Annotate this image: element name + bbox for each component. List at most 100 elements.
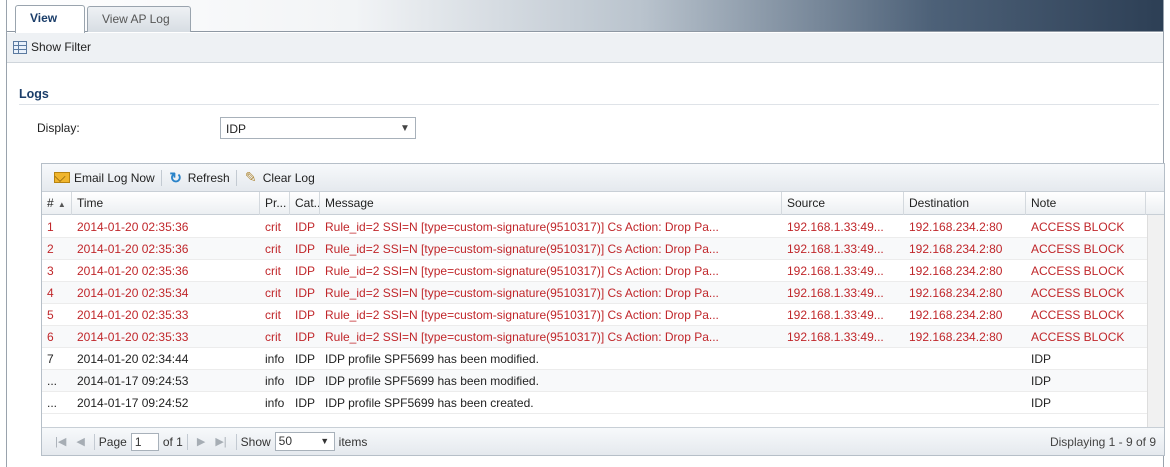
show-filter-label: Show Filter <box>31 40 92 54</box>
tab-view-log[interactable]: View Log <box>15 5 85 49</box>
pagination-bar: |◀ ◀ Page 1 of 1 ▶ ▶| Show 50 ▼ items Di… <box>42 427 1164 455</box>
cell-time: 2014-01-20 02:35:36 <box>77 220 189 234</box>
cell-number: 7 <box>47 352 54 366</box>
cell-note: ACCESS BLOCK <box>1031 242 1125 256</box>
column-header-destination[interactable]: Destination <box>904 192 1026 215</box>
column-header-source[interactable]: Source <box>782 192 904 215</box>
next-page-icon[interactable]: ▶ <box>192 435 210 448</box>
filter-table-icon <box>13 40 27 54</box>
refresh-icon: ↻ <box>169 169 182 187</box>
cell-note: IDP <box>1031 374 1052 388</box>
cell-destination: 192.168.234.2:80 <box>909 264 1003 278</box>
table-row[interactable]: 3 2014-01-20 02:35:36 crit IDP Rule_id=2… <box>42 260 1164 282</box>
cell-destination: 192.168.234.2:80 <box>909 330 1003 344</box>
cell-source <box>782 392 904 414</box>
cell-destination: 192.168.234.2:80 <box>909 286 1003 300</box>
column-header-priority[interactable]: Pr... <box>260 192 290 215</box>
table-row[interactable]: 6 2014-01-20 02:35:33 crit IDP Rule_id=2… <box>42 326 1164 348</box>
cell-time: 2014-01-20 02:35:33 <box>77 308 189 322</box>
cell-priority: info <box>265 374 285 388</box>
cell-priority: crit <box>265 286 281 300</box>
cell-category: IDP <box>295 220 316 234</box>
cell-source: 192.168.1.33:49... <box>787 286 884 300</box>
display-select-value: IDP <box>226 122 247 136</box>
column-header-category[interactable]: Cat... <box>290 192 320 215</box>
column-header-time[interactable]: Time <box>72 192 260 215</box>
cell-category: IDP <box>295 374 316 388</box>
cell-note: IDP <box>1031 352 1052 366</box>
table-row[interactable]: 4 2014-01-20 02:35:34 crit IDP Rule_id=2… <box>42 282 1164 304</box>
cell-note: ACCESS BLOCK <box>1031 330 1125 344</box>
broom-icon: ✎ <box>244 169 257 185</box>
cell-priority: crit <box>265 264 281 278</box>
cell-message: IDP profile SPF5699 has been modified. <box>325 374 539 388</box>
tab-strip: View Log View AP Log <box>7 0 1163 49</box>
cell-source: 192.168.1.33:49... <box>787 220 884 234</box>
page-count-label: of 1 <box>162 434 183 449</box>
pager-divider <box>186 433 188 450</box>
last-page-icon[interactable]: ▶| <box>210 435 231 448</box>
section-title: Logs <box>19 87 49 101</box>
page-number-input[interactable]: 1 <box>130 432 159 451</box>
cell-category: IDP <box>295 242 316 256</box>
cell-category: IDP <box>295 352 316 366</box>
cell-priority: info <box>265 396 285 410</box>
table-row[interactable]: 2 2014-01-20 02:35:36 crit IDP Rule_id=2… <box>42 238 1164 260</box>
table-row[interactable]: ... 2014-01-17 09:24:53 info IDP IDP pro… <box>42 370 1164 392</box>
table-row[interactable]: ... 2014-01-17 09:24:52 info IDP IDP pro… <box>42 392 1164 414</box>
cell-number: ... <box>47 374 58 388</box>
display-select[interactable]: IDP ▼ <box>220 117 416 139</box>
cell-time: 2014-01-20 02:35:36 <box>77 242 189 256</box>
cell-time: 2014-01-17 09:24:53 <box>77 374 189 388</box>
cell-category: IDP <box>295 286 316 300</box>
column-header-number[interactable]: # ▲ <box>42 192 72 215</box>
column-header-note[interactable]: Note <box>1026 192 1146 215</box>
clear-log-button[interactable]: ✎ Clear Log <box>237 169 321 186</box>
cell-note: ACCESS BLOCK <box>1031 264 1125 278</box>
cell-message: Rule_id=2 SSI=N [type=custom-signature(9… <box>325 242 719 256</box>
tab-view-ap-log[interactable]: View AP Log <box>87 6 191 32</box>
vertical-scrollbar[interactable] <box>1147 215 1164 427</box>
cell-source: 192.168.1.33:49... <box>787 308 884 322</box>
log-window: View Log View AP Log Show Filter Logs Di… <box>6 0 1165 467</box>
cell-time: 2014-01-20 02:35:33 <box>77 330 189 344</box>
cell-note: ACCESS BLOCK <box>1031 286 1125 300</box>
cell-time: 2014-01-20 02:34:44 <box>77 352 189 366</box>
refresh-button[interactable]: ↻ Refresh <box>162 169 236 187</box>
table-row[interactable]: 7 2014-01-20 02:34:44 info IDP IDP profi… <box>42 348 1164 370</box>
table-row[interactable]: 1 2014-01-20 02:35:36 crit IDP Rule_id=2… <box>42 216 1164 238</box>
cell-message: Rule_id=2 SSI=N [type=custom-signature(9… <box>325 308 719 322</box>
email-log-now-label: Email Log Now <box>74 170 155 185</box>
cell-source <box>782 348 904 370</box>
display-label: Display: <box>37 121 80 135</box>
cell-priority: crit <box>265 308 281 322</box>
chevron-down-icon[interactable]: ▼ <box>316 433 334 450</box>
cell-number: 3 <box>47 264 54 278</box>
cell-destination <box>904 392 1026 414</box>
cell-priority: crit <box>265 330 281 344</box>
cell-note: IDP <box>1031 396 1052 410</box>
cell-number: 2 <box>47 242 54 256</box>
cell-message: Rule_id=2 SSI=N [type=custom-signature(9… <box>325 220 719 234</box>
displaying-count: Displaying 1 - 9 of 9 <box>1049 435 1156 449</box>
chevron-down-icon[interactable]: ▼ <box>395 118 415 138</box>
column-header-message[interactable]: Message <box>320 192 782 215</box>
cell-category: IDP <box>295 330 316 344</box>
previous-page-icon[interactable]: ◀ <box>71 435 89 448</box>
items-label: items <box>338 434 368 449</box>
email-log-now-button[interactable]: Email Log Now <box>48 171 161 185</box>
filter-bar: Show Filter <box>7 33 1163 63</box>
cell-destination: 192.168.234.2:80 <box>909 242 1003 256</box>
cell-number: 6 <box>47 330 54 344</box>
cell-source <box>782 370 904 392</box>
show-filter-button[interactable]: Show Filter <box>13 40 91 54</box>
page-size-select[interactable]: 50 ▼ <box>274 432 335 451</box>
clear-log-label: Clear Log <box>262 170 315 185</box>
first-page-icon[interactable]: |◀ <box>50 435 71 448</box>
table-row[interactable]: 5 2014-01-20 02:35:33 crit IDP Rule_id=2… <box>42 304 1164 326</box>
cell-destination: 192.168.234.2:80 <box>909 308 1003 322</box>
cell-time: 2014-01-20 02:35:36 <box>77 264 189 278</box>
page-size-value: 50 <box>278 434 293 448</box>
log-grid: Email Log Now ↻ Refresh ✎ Clear Log # ▲ … <box>41 163 1165 456</box>
grid-toolbar: Email Log Now ↻ Refresh ✎ Clear Log <box>42 164 1164 192</box>
